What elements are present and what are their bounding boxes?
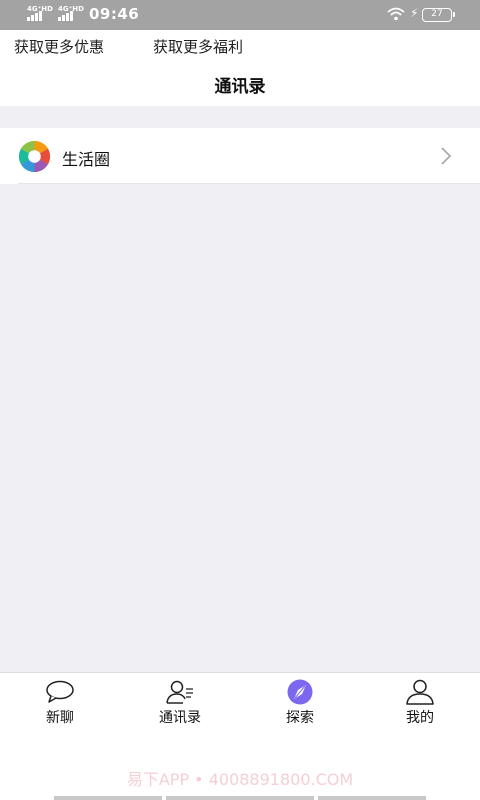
promo-link-discounts[interactable]: 获取更多优惠 — [14, 36, 104, 57]
tab-me[interactable]: 我的 — [360, 673, 480, 733]
discover-list: 生活圈 — [0, 128, 480, 184]
signal-icon: 4G⁺HD — [58, 6, 84, 22]
tab-label: 探索 — [286, 710, 314, 726]
tab-label: 通讯录 — [159, 710, 201, 726]
list-item-label: 生活圈 — [62, 150, 111, 169]
compass-icon — [287, 679, 313, 705]
watermark: 易下APP • 4008891800.COM — [126, 770, 354, 789]
charging-icon: ⚡ — [410, 6, 419, 20]
moments-icon — [18, 140, 51, 173]
tab-label: 新聊 — [46, 710, 74, 726]
chevron-right-icon — [441, 147, 452, 165]
battery-icon: 27 — [422, 8, 455, 22]
contacts-icon — [166, 680, 193, 704]
nav-bar-segment — [166, 796, 314, 800]
tab-contacts[interactable]: 通讯录 — [120, 673, 240, 733]
wifi-icon — [387, 7, 405, 21]
battery-level: 27 — [431, 9, 443, 19]
status-time: 09:46 — [89, 5, 140, 23]
header: 获取更多优惠 获取更多福利 通讯录 — [0, 30, 480, 106]
signal-icon: 4G⁺HD — [27, 6, 53, 22]
person-icon — [406, 679, 434, 705]
nav-bar-segment — [54, 796, 162, 800]
nav-bar-segment — [318, 796, 426, 800]
list-item-moments[interactable]: 生活圈 — [18, 128, 480, 184]
tab-label: 我的 — [406, 710, 434, 726]
status-bar: 4G⁺HD 4G⁺HD 09:46 ⚡ 27 — [0, 0, 480, 30]
promo-link-benefits[interactable]: 获取更多福利 — [153, 36, 243, 57]
page-title: 通讯录 — [214, 77, 266, 97]
chat-bubble-icon — [46, 680, 74, 703]
tab-discover[interactable]: 探索 — [240, 673, 360, 733]
tab-chat[interactable]: 新聊 — [0, 673, 120, 733]
